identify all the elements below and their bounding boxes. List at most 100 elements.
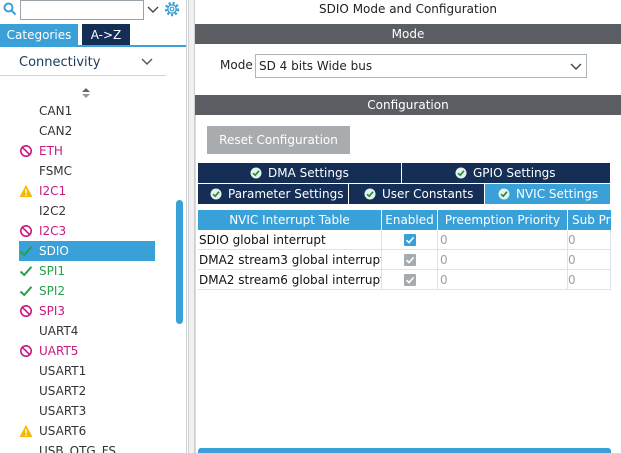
enabled-cell (382, 270, 438, 290)
check-icon (19, 286, 33, 297)
peripheral-label: FSMC (39, 164, 73, 178)
peripheral-item-i2c3[interactable]: I2C3 (19, 221, 155, 241)
peripheral-label: ETH (39, 144, 63, 158)
peripheral-item-usart1[interactable]: USART1 (19, 361, 155, 381)
peripheral-item-usart6[interactable]: USART6 (19, 421, 155, 441)
peripheral-label: UART4 (39, 324, 79, 338)
preemption-priority-cell[interactable]: 0 (438, 250, 568, 270)
peripheral-item-i2c2[interactable]: I2C2 (19, 201, 155, 221)
chevron-down-icon[interactable] (147, 6, 159, 14)
peripheral-label: USART2 (39, 384, 87, 398)
view-mode-tabs: Categories A->Z (0, 24, 187, 46)
peripheral-item-uart5[interactable]: UART5 (19, 341, 155, 361)
checkbox-icon (404, 254, 416, 266)
peripheral-label: CAN1 (39, 104, 73, 118)
peripheral-label: I2C1 (39, 184, 67, 198)
peripheral-item-usb_otg_fs[interactable]: USB_OTG_FS (19, 441, 155, 453)
peripheral-item-can1[interactable]: CAN1 (19, 101, 155, 121)
blocked-icon (20, 345, 32, 357)
horizontal-scrollbar[interactable] (198, 448, 611, 453)
peripheral-item-spi2[interactable]: SPI2 (19, 281, 155, 301)
sub-priority-cell[interactable]: 0 (568, 230, 611, 250)
tabs-underline (0, 45, 187, 47)
peripheral-label: SPI3 (39, 304, 66, 318)
tab-label: User Constants (382, 187, 474, 201)
sub-priority-cell[interactable]: 0 (568, 270, 611, 290)
peripheral-item-usart3[interactable]: USART3 (19, 401, 155, 421)
checkbox-icon[interactable] (404, 234, 416, 246)
chevron-down-icon[interactable] (570, 63, 582, 71)
interrupt-name: SDIO global interrupt (198, 230, 382, 250)
peripheral-item-spi1[interactable]: SPI1 (19, 261, 155, 281)
checkbox-icon (404, 274, 416, 286)
check-circle-icon (498, 188, 510, 200)
peripheral-item-i2c1[interactable]: I2C1 (19, 181, 155, 201)
check-circle-icon (250, 167, 262, 179)
sort-icon[interactable] (82, 88, 90, 98)
interrupt-name: DMA2 stream6 global interrupt (198, 270, 382, 290)
column-header-interrupt[interactable]: NVIC Interrupt Table (198, 210, 382, 230)
mode-label: Mode (220, 58, 253, 72)
configuration-panel: SDIO Mode and Configuration Mode Mode SD… (188, 0, 621, 453)
tab-label: NVIC Settings (516, 187, 599, 201)
check-icon (19, 246, 33, 257)
check-circle-icon (364, 188, 376, 200)
search-input[interactable] (20, 0, 159, 20)
peripheral-label: I2C3 (39, 224, 67, 238)
reset-configuration-button[interactable]: Reset Configuration (207, 126, 350, 154)
configuration-section-header: Configuration (195, 95, 621, 115)
tab-a-to-z[interactable]: A->Z (82, 24, 130, 46)
chevron-down-icon[interactable] (141, 58, 153, 66)
tab-categories[interactable]: Categories (0, 24, 78, 46)
check-circle-icon (455, 167, 467, 179)
peripheral-item-spi3[interactable]: SPI3 (19, 301, 155, 321)
peripheral-item-fsmc[interactable]: FSMC (19, 161, 155, 181)
column-header-sub-priority[interactable]: Sub Pr (568, 210, 611, 230)
column-header-enabled[interactable]: Enabled (382, 210, 438, 230)
peripheral-label: USART6 (39, 424, 87, 438)
check-icon (19, 266, 33, 277)
peripheral-item-sdio[interactable]: SDIO (19, 241, 155, 261)
peripheral-label: USART1 (39, 364, 87, 378)
peripheral-label: USART3 (39, 404, 87, 418)
preemption-priority-cell[interactable]: 0 (438, 230, 568, 250)
peripheral-label: I2C2 (39, 204, 67, 218)
peripheral-item-uart4[interactable]: UART4 (19, 321, 155, 341)
tab-label: DMA Settings (268, 166, 349, 180)
peripheral-label: CAN2 (39, 124, 73, 138)
warning-icon (19, 425, 33, 437)
scrollbar-thumb[interactable] (176, 200, 183, 324)
tab-user-constants[interactable]: User Constants (349, 184, 484, 204)
preemption-priority-cell[interactable]: 0 (438, 270, 568, 290)
gear-icon[interactable] (163, 0, 181, 18)
peripheral-label: SPI1 (39, 264, 66, 278)
mode-select-value: SD 4 bits Wide bus (259, 59, 373, 73)
panel-splitter[interactable] (188, 0, 195, 453)
search-icon[interactable] (3, 2, 17, 16)
category-dropdown[interactable]: Connectivity (0, 50, 166, 76)
enabled-cell (382, 250, 438, 270)
panel-divider (186, 0, 187, 453)
table-row[interactable]: DMA2 stream6 global interrupt 0 0 (198, 270, 611, 290)
interrupt-name: DMA2 stream3 global interrupt (198, 250, 382, 270)
enabled-cell (382, 230, 438, 250)
column-header-preemption[interactable]: Preemption Priority (438, 210, 568, 230)
tab-nvic-settings[interactable]: NVIC Settings (485, 184, 610, 204)
table-row[interactable]: SDIO global interrupt 0 0 (198, 230, 611, 250)
tab-parameter-settings[interactable]: Parameter Settings (198, 184, 348, 204)
mode-section-header: Mode (195, 24, 621, 44)
peripheral-item-eth[interactable]: ETH (19, 141, 155, 161)
tab-gpio-settings[interactable]: GPIO Settings (402, 163, 610, 183)
category-label: Connectivity (19, 55, 101, 70)
peripheral-item-can2[interactable]: CAN2 (19, 121, 155, 141)
table-row[interactable]: DMA2 stream3 global interrupt 0 0 (198, 250, 611, 270)
sub-priority-cell[interactable]: 0 (568, 250, 611, 270)
tab-label: GPIO Settings (473, 166, 556, 180)
mode-select[interactable]: SD 4 bits Wide bus (255, 54, 587, 78)
peripheral-item-usart2[interactable]: USART2 (19, 381, 155, 401)
peripheral-label: UART5 (39, 344, 79, 358)
peripheral-label: SPI2 (39, 284, 66, 298)
blocked-icon (20, 145, 32, 157)
peripheral-label: SDIO (39, 244, 69, 258)
tab-dma-settings[interactable]: DMA Settings (198, 163, 401, 183)
